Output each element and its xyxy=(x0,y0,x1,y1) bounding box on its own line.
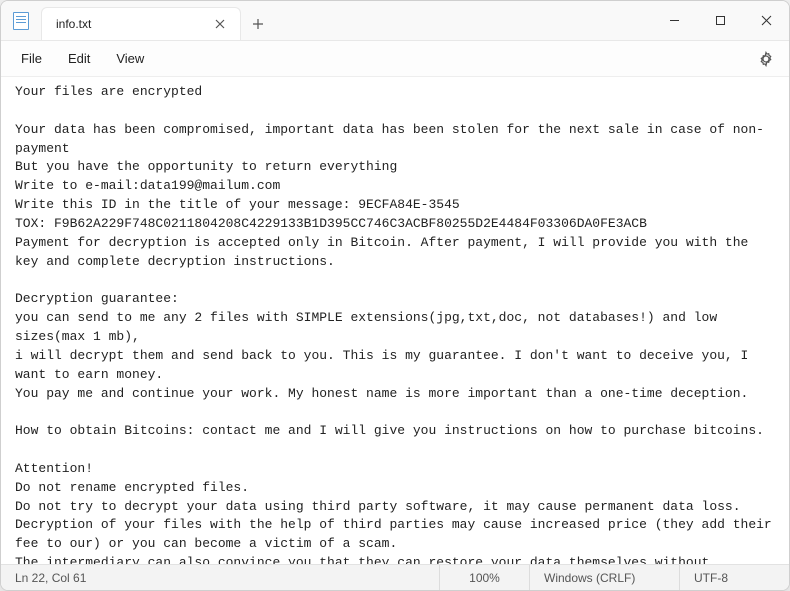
gear-icon xyxy=(758,51,774,67)
menubar: File Edit View xyxy=(1,41,789,77)
statusbar: Ln 22, Col 61 100% Windows (CRLF) UTF-8 xyxy=(1,564,789,590)
status-cursor-position: Ln 22, Col 61 xyxy=(1,565,100,590)
app-icon xyxy=(1,1,41,40)
settings-button[interactable] xyxy=(751,44,781,74)
maximize-button[interactable] xyxy=(697,1,743,40)
plus-icon xyxy=(252,18,264,30)
tab-title: info.txt xyxy=(56,17,200,31)
minimize-button[interactable] xyxy=(651,1,697,40)
new-tab-button[interactable] xyxy=(241,7,275,40)
status-zoom[interactable]: 100% xyxy=(439,565,529,590)
close-icon xyxy=(761,15,772,26)
notepad-window: info.txt File Edit View xyxy=(0,0,790,591)
maximize-icon xyxy=(715,15,726,26)
document-tab[interactable]: info.txt xyxy=(41,7,241,40)
status-encoding[interactable]: UTF-8 xyxy=(679,565,789,590)
status-line-ending[interactable]: Windows (CRLF) xyxy=(529,565,679,590)
titlebar: info.txt xyxy=(1,1,789,41)
titlebar-drag-area[interactable] xyxy=(275,1,651,40)
tab-close-button[interactable] xyxy=(210,14,230,34)
close-window-button[interactable] xyxy=(743,1,789,40)
minimize-icon xyxy=(669,15,680,26)
close-icon xyxy=(215,19,225,29)
text-editor[interactable]: Your files are encrypted Your data has b… xyxy=(1,77,789,564)
window-controls xyxy=(651,1,789,40)
notepad-icon xyxy=(13,12,29,30)
menu-edit[interactable]: Edit xyxy=(56,46,102,71)
menu-file[interactable]: File xyxy=(9,46,54,71)
menu-view[interactable]: View xyxy=(104,46,156,71)
